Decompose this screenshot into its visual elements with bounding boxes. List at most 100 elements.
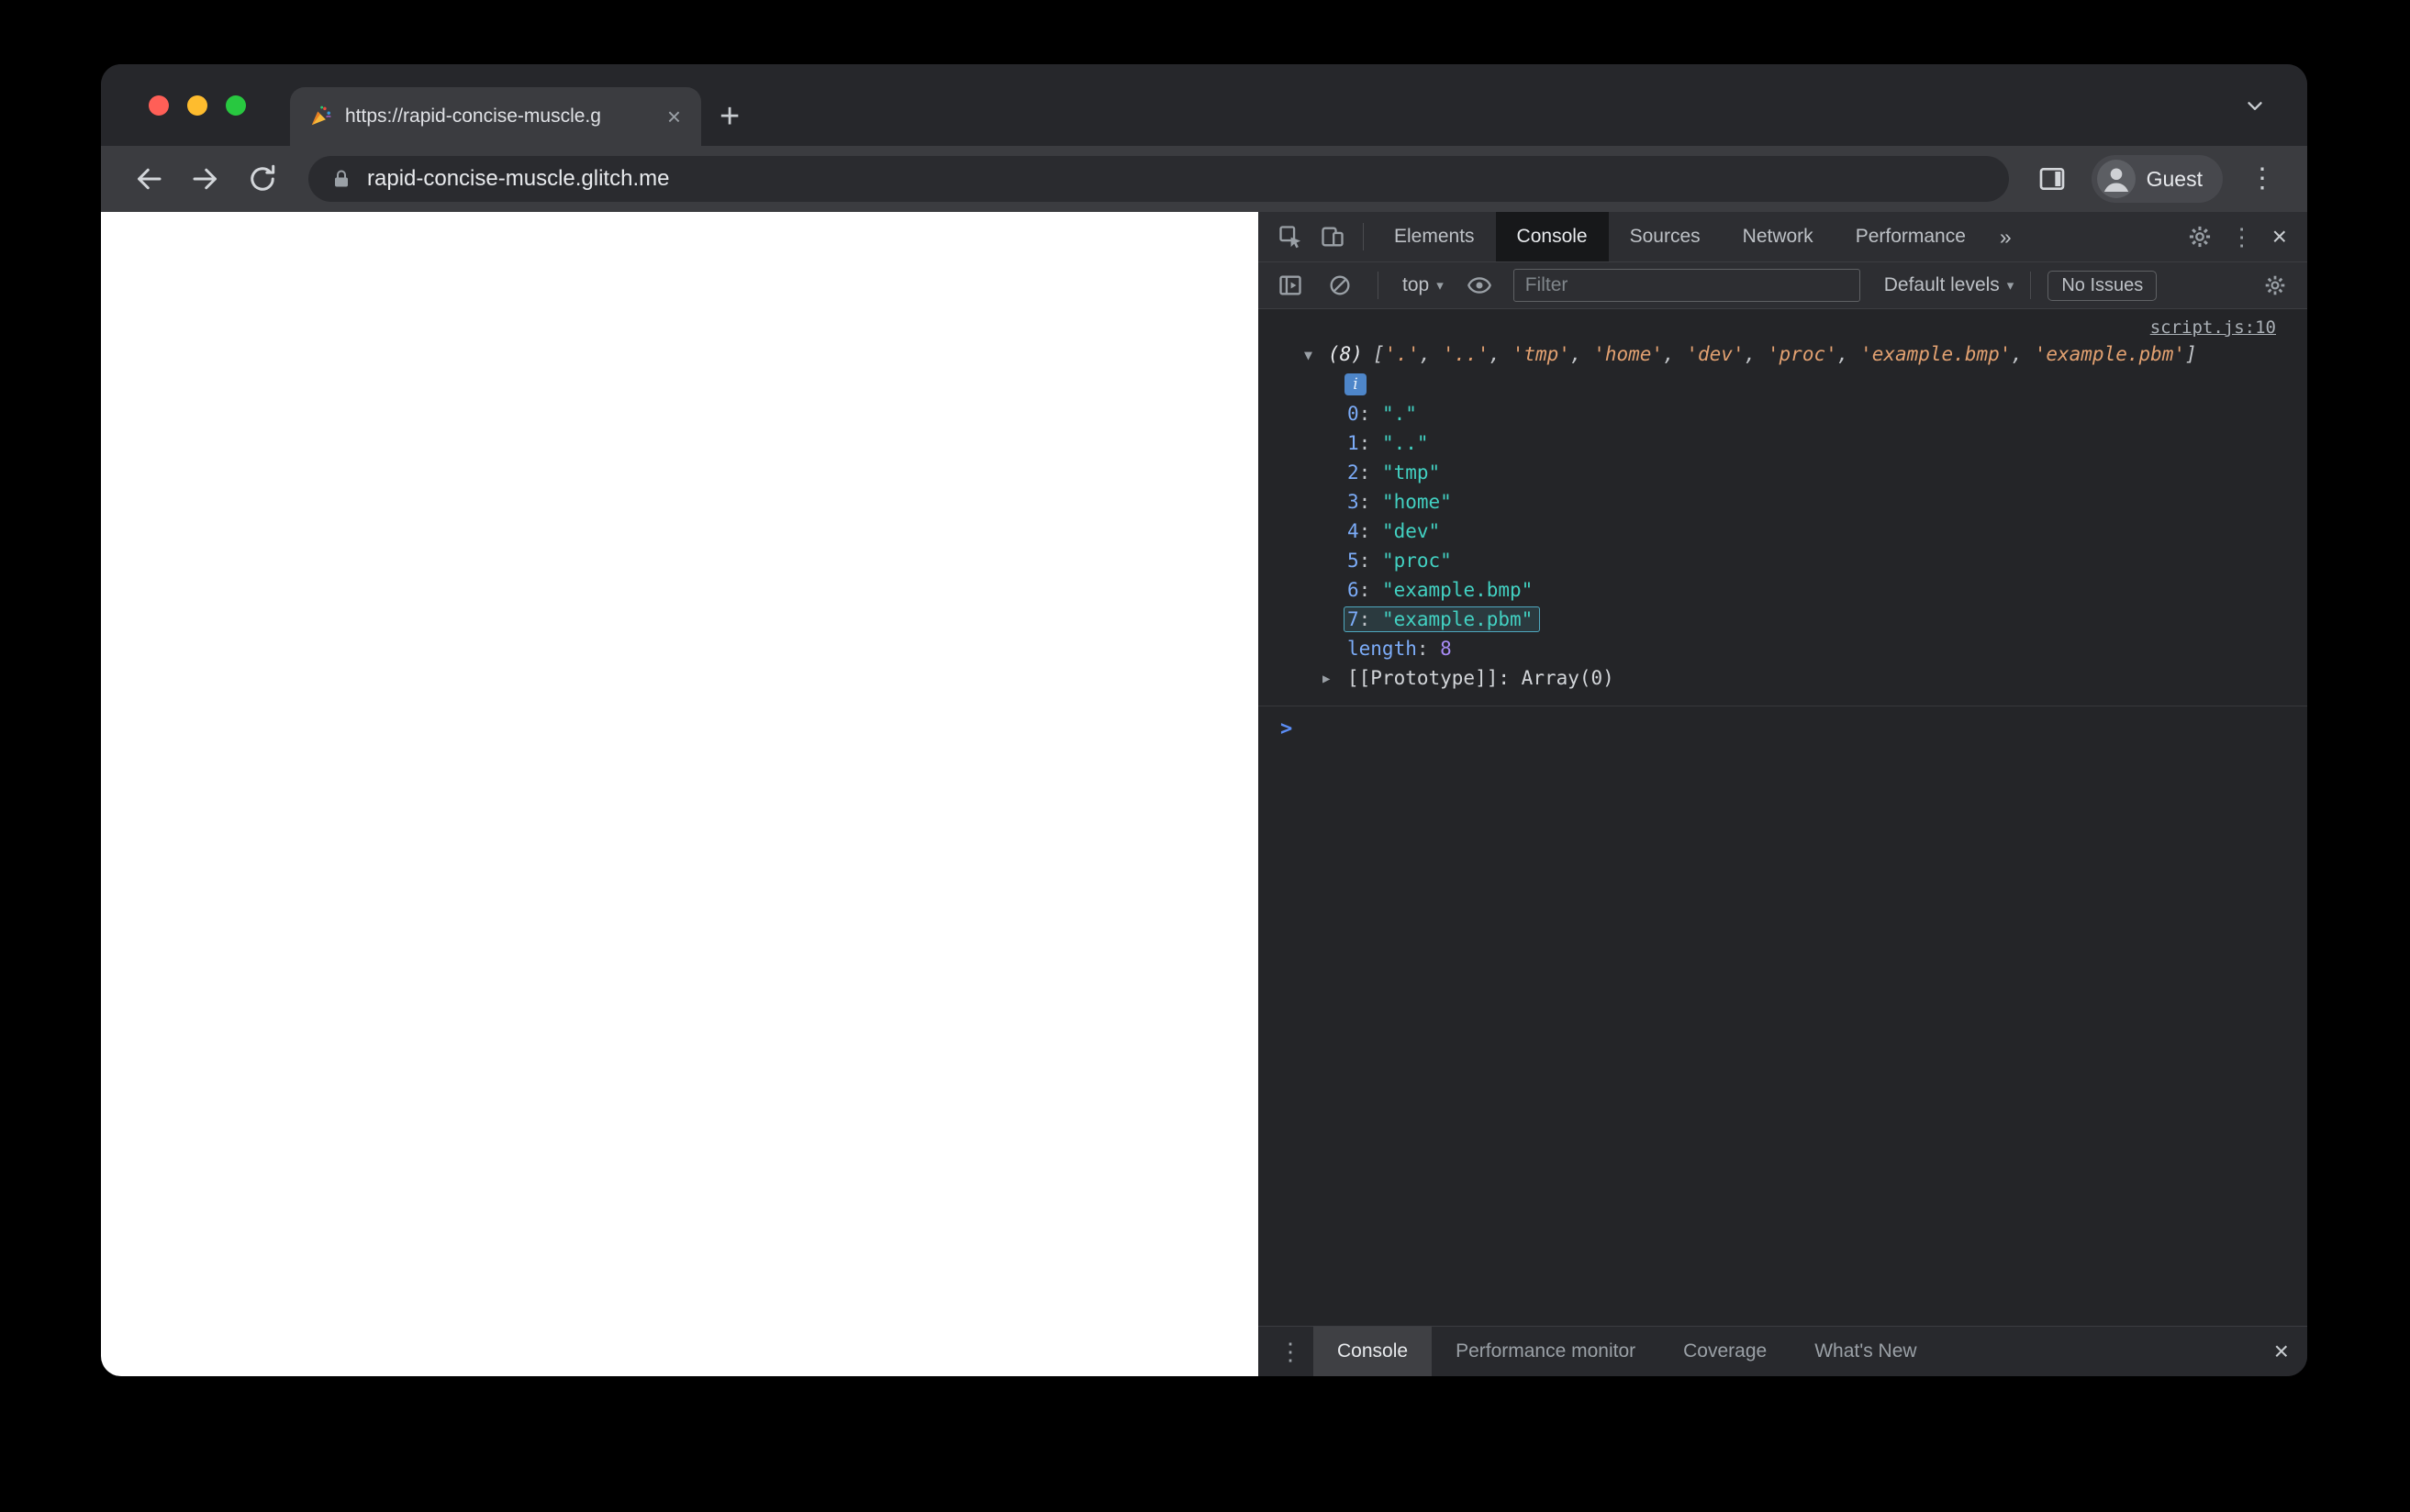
info-badge-row: i: [1258, 370, 2276, 399]
back-arrow-icon: [132, 162, 165, 195]
console-sidebar-icon: [1278, 272, 1303, 298]
prototype-row[interactable]: ▶ [[Prototype]]: Array(0): [1258, 663, 2276, 693]
devtools-settings-button[interactable]: [2179, 216, 2221, 258]
forward-button[interactable]: [182, 155, 229, 203]
new-tab-button[interactable]: +: [720, 87, 740, 146]
array-entry[interactable]: 6: "example.bmp": [1347, 575, 2276, 605]
array-count: (8): [1328, 343, 1363, 365]
source-link[interactable]: script.js:10: [2150, 317, 2276, 338]
devtools-tab-performance[interactable]: Performance: [1835, 212, 1987, 261]
preview-item: 'example.pbm': [2034, 343, 2186, 365]
address-bar[interactable]: rapid-concise-muscle.glitch.me: [308, 156, 2009, 202]
entry-index: 6: [1347, 579, 1359, 601]
devtools-tab-console[interactable]: Console: [1495, 212, 1609, 261]
tab-strip: https://rapid-concise-muscle.g × +: [101, 64, 2307, 146]
preview-separator: ,: [2011, 343, 2035, 365]
array-entry[interactable]: 5: "proc": [1347, 546, 2276, 575]
preview-separator: ,: [1569, 343, 1594, 365]
entry-value: "dev": [1381, 520, 1441, 542]
info-icon[interactable]: i: [1344, 373, 1367, 395]
array-preview[interactable]: ▼ (8) ['.', '..', 'tmp', 'home', 'dev', '…: [1258, 340, 2276, 368]
drawer-tab-performance-monitor[interactable]: Performance monitor: [1432, 1327, 1659, 1376]
message-link-row: script.js:10: [1258, 315, 2276, 340]
array-preview-items: '.', '..', 'tmp', 'home', 'dev', 'proc',…: [1385, 343, 2186, 365]
lock-icon[interactable]: [330, 168, 352, 190]
devtools-menu-button[interactable]: ⋮: [2221, 216, 2263, 258]
preview-item: '..': [1442, 343, 1490, 365]
inspect-cursor-icon: [1278, 224, 1303, 250]
entry-value: "tmp": [1381, 461, 1441, 484]
more-tabs-button[interactable]: »: [1987, 225, 2025, 250]
devtools-drawer: ⋮ Console Performance monitor Coverage What…: [1258, 1326, 2307, 1376]
entry-colon: :: [1358, 403, 1382, 425]
traffic-lights: [149, 64, 246, 146]
back-button[interactable]: [125, 155, 173, 203]
entry-colon: :: [1358, 550, 1382, 572]
array-entry[interactable]: 4: "dev": [1347, 517, 2276, 546]
tab-title: https://rapid-concise-muscle.g: [345, 106, 601, 127]
length-colon: :: [1416, 638, 1441, 660]
side-panel-icon: [2037, 164, 2067, 194]
console-sidebar-button[interactable]: [1269, 264, 1311, 306]
disclosure-open-icon[interactable]: ▼: [1304, 341, 1312, 369]
entry-value: "example.pbm": [1381, 608, 1534, 630]
array-entry[interactable]: 0: ".": [1347, 399, 2276, 428]
gear-icon: [2187, 224, 2213, 250]
drawer-close-button[interactable]: ×: [2265, 1339, 2298, 1364]
reload-button[interactable]: [239, 155, 286, 203]
disclosure-closed-icon[interactable]: ▶: [1322, 664, 1330, 694]
inspect-element-button[interactable]: [1269, 216, 1311, 258]
entry-colon: :: [1358, 491, 1382, 513]
profile-chip[interactable]: Guest: [2091, 155, 2223, 203]
browser-window: https://rapid-concise-muscle.g × + rapid…: [101, 64, 2307, 1376]
devtools-tab-elements[interactable]: Elements: [1373, 212, 1496, 261]
side-panel-button[interactable]: [2031, 158, 2073, 200]
entry-content: 1: "..": [1347, 432, 1429, 454]
entry-value: ".": [1381, 403, 1417, 425]
eye-icon: [1467, 272, 1492, 298]
tab-close-icon[interactable]: ×: [665, 105, 683, 128]
entry-colon: :: [1358, 461, 1382, 484]
browser-menu-button[interactable]: ⋮: [2241, 165, 2283, 193]
gear-icon: [2263, 273, 2287, 297]
length-label: length: [1347, 638, 1417, 660]
log-levels-selector[interactable]: Default levels ▾: [1884, 274, 2014, 296]
devtools-tab-network[interactable]: Network: [1722, 212, 1835, 261]
minimize-window-button[interactable]: [187, 94, 207, 116]
filter-input[interactable]: [1512, 269, 1860, 302]
array-entry[interactable]: 7: "example.pbm": [1344, 605, 2276, 634]
array-entry[interactable]: 2: "tmp": [1347, 458, 2276, 487]
console-empty-space: [1258, 740, 2307, 1326]
browser-tab[interactable]: https://rapid-concise-muscle.g ×: [290, 87, 701, 146]
array-entry[interactable]: 1: "..": [1347, 428, 2276, 458]
context-selector[interactable]: top ▾: [1395, 274, 1451, 296]
entry-value: "proc": [1381, 550, 1452, 572]
preview-item: 'tmp': [1512, 343, 1570, 365]
tab-search-button[interactable]: [2243, 64, 2267, 146]
drawer-menu-button[interactable]: ⋮: [1267, 1340, 1313, 1363]
zoom-window-button[interactable]: [226, 94, 246, 116]
entry-value: "home": [1381, 491, 1452, 513]
entry-content: 5: "proc": [1347, 550, 1452, 572]
plus-icon: +: [720, 97, 741, 136]
clear-console-button[interactable]: [1319, 264, 1361, 306]
console-settings-button[interactable]: [2254, 264, 2296, 306]
entry-content: 6: "example.bmp": [1347, 579, 1533, 601]
preview-separator: ,: [1836, 343, 1861, 365]
array-entry[interactable]: 3: "home": [1347, 487, 2276, 517]
drawer-tab-what-s-new[interactable]: What's New: [1791, 1327, 1940, 1376]
device-toolbar-button[interactable]: [1311, 216, 1354, 258]
console-prompt[interactable]: >: [1258, 706, 2307, 740]
devtools-close-button[interactable]: ×: [2263, 224, 2296, 250]
devtools-tab-sources[interactable]: Sources: [1609, 212, 1722, 261]
entry-value: "example.bmp": [1381, 579, 1534, 601]
drawer-tab-coverage[interactable]: Coverage: [1659, 1327, 1791, 1376]
forward-arrow-icon: [189, 162, 222, 195]
issues-badge[interactable]: No Issues: [2047, 270, 2158, 301]
live-expression-button[interactable]: [1458, 264, 1501, 306]
close-window-button[interactable]: [149, 94, 169, 116]
toolbar-separator: [2030, 272, 2032, 299]
window-content: Elements Console Sources Network Performance…: [101, 212, 2307, 1376]
drawer-tab-console[interactable]: Console: [1313, 1327, 1433, 1376]
devtools-tabbar-tabs: Elements Console Sources Network Performance: [1373, 212, 1987, 261]
